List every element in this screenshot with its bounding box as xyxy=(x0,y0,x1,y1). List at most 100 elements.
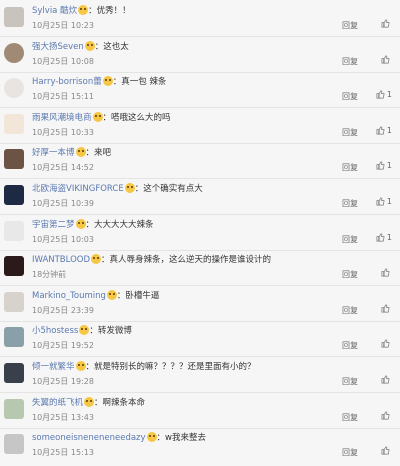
like-button[interactable] xyxy=(381,339,392,348)
reply-button[interactable]: 回复 xyxy=(342,20,358,31)
like-button[interactable] xyxy=(381,375,392,384)
avatar[interactable] xyxy=(4,78,24,99)
badge-icon xyxy=(106,289,117,300)
comment-text: ：w我来整去 xyxy=(156,433,206,444)
comment-time: 18分钟前 xyxy=(32,270,67,280)
comment-time: 10月25日 10:08 xyxy=(32,56,94,66)
username-link[interactable]: 好厚一本博 xyxy=(32,148,75,158)
username-link[interactable]: Markino_Touming xyxy=(32,291,106,301)
comment-text: ：真一包 辣条 xyxy=(112,77,167,88)
comment-time: 10月25日 19:28 xyxy=(32,377,94,386)
comment-line: Sylvia 酷炊 ：优秀！！ xyxy=(32,5,131,18)
avatar[interactable] xyxy=(4,185,24,205)
comment-row: Harry-borrison蕾 ：真一包 辣条 10月25日 15:11 回复 1 xyxy=(0,73,400,110)
comment-row: someoneisneneneneedazy ：w我来整去 10月25日 15:13… xyxy=(0,429,400,466)
comment-line: 好厚一本博 ：来吧 xyxy=(32,147,111,160)
comment-text: ：卧槽牛逼 xyxy=(116,290,160,301)
reply-button[interactable]: 回复 xyxy=(342,412,358,423)
username-link[interactable]: someoneisneneneneedazy xyxy=(32,433,146,443)
badge-icon xyxy=(146,432,157,443)
comment-line: someoneisneneneneedazy ：w我来整去 xyxy=(32,432,206,445)
reply-button[interactable]: 回复 xyxy=(342,376,358,387)
avatar[interactable] xyxy=(4,149,24,170)
username-link[interactable]: 失翼的纸飞机 xyxy=(32,398,83,408)
avatar[interactable] xyxy=(4,327,24,348)
comment-text: ：转发微博 xyxy=(89,326,132,337)
comment-time: 10月25日 10:33 xyxy=(32,127,94,137)
comment-row: 北欧海盗VIKINGFORCE ：这个确实有点大 10月25日 10:39 回复 1 xyxy=(0,180,400,217)
avatar[interactable] xyxy=(4,256,24,277)
comment-text: ：来吧 xyxy=(85,148,112,159)
comment-time: 10月25日 13:43 xyxy=(32,412,94,422)
comment-line: IWANTBLOOD ：真人辱身辣条，这么逆天的操作是谁设计的 xyxy=(32,254,271,267)
comment-time: 10月25日 14:52 xyxy=(32,163,94,173)
reply-button[interactable]: 回复 xyxy=(342,269,358,280)
avatar[interactable] xyxy=(4,291,24,312)
comment-text: ：嗒哦这么大的吗 xyxy=(102,112,171,123)
comment-time: 10月25日 23:39 xyxy=(32,305,94,315)
reply-button[interactable]: 回复 xyxy=(342,198,358,209)
username-link[interactable]: Sylvia 酷炊 xyxy=(32,6,77,16)
reply-button[interactable]: 回复 xyxy=(342,447,358,458)
username-link[interactable]: 倾一就繁华 xyxy=(32,362,75,372)
reply-button[interactable]: 回复 xyxy=(342,56,358,67)
avatar[interactable] xyxy=(4,220,24,241)
username-link[interactable]: Harry-borrison蕾 xyxy=(32,77,102,87)
username-link[interactable]: IWANTBLOOD xyxy=(32,255,90,265)
like-button[interactable] xyxy=(381,55,392,64)
comment-row: Sylvia 酷炊 ：优秀！！ 10月25日 10:23 回复 xyxy=(0,2,400,39)
comment-line: 强大扬Seven ：这也太 xyxy=(32,40,129,54)
thumb-up-icon xyxy=(381,446,390,455)
like-button[interactable]: 1 xyxy=(376,233,392,242)
reply-button[interactable]: 回复 xyxy=(342,305,358,316)
comment-row: 失翼的纸飞机 ：啊辣条本命 10月25日 13:43 回复 xyxy=(0,394,400,431)
thumb-up-icon xyxy=(381,339,390,348)
like-count: 1 xyxy=(386,197,392,206)
reply-button[interactable]: 回复 xyxy=(342,234,358,245)
comment-line: 小5hostess ：转发微博 xyxy=(32,325,132,338)
avatar[interactable] xyxy=(4,113,24,134)
like-button[interactable]: 1 xyxy=(376,161,392,170)
avatar[interactable] xyxy=(4,42,24,63)
like-count: 1 xyxy=(386,232,392,242)
comment-line: 倾一就繁华 ：就是特别长的嘛？？？？还是里面有小的？ xyxy=(32,361,256,374)
comment-text: ：真人辱身辣条，这么逆天的操作是谁设计的 xyxy=(101,255,272,266)
reply-button[interactable]: 回复 xyxy=(342,127,358,138)
username-link[interactable]: 雨果风潮境电商 xyxy=(32,113,92,123)
comment-row: 好厚一本博 ：来吧 10月25日 14:52 回复 1 xyxy=(0,144,400,181)
badge-icon xyxy=(102,76,113,87)
username-link[interactable]: 北欧海盗VIKINGFORCE xyxy=(32,184,124,194)
like-button[interactable]: 1 xyxy=(376,197,392,206)
badge-icon xyxy=(78,5,89,15)
badge-icon xyxy=(84,40,95,51)
username-link[interactable]: 强大扬Seven xyxy=(32,42,84,52)
comment-row: 倾一就繁华 ：就是特别长的嘛？？？？还是里面有小的？ 10月25日 19:28 回复 xyxy=(0,358,400,395)
reply-button[interactable]: 回复 xyxy=(342,91,358,102)
username-link[interactable]: 小5hostess xyxy=(32,326,78,336)
thumb-up-icon xyxy=(381,411,390,420)
comment-time: 10月25日 15:11 xyxy=(32,92,94,102)
like-button[interactable] xyxy=(381,304,392,313)
comment-line: Markino_Touming ：卧槽牛逼 xyxy=(32,289,160,303)
like-button[interactable] xyxy=(381,19,392,28)
thumb-up-icon xyxy=(381,304,390,313)
like-button[interactable]: 1 xyxy=(376,90,392,99)
username-link[interactable]: 宇宙第二梦 xyxy=(32,220,75,230)
badge-icon xyxy=(75,218,86,229)
like-button[interactable] xyxy=(381,268,392,277)
reply-button[interactable]: 回复 xyxy=(342,162,358,173)
reply-button[interactable]: 回复 xyxy=(342,340,358,351)
thumb-up-icon xyxy=(376,90,385,99)
like-button[interactable] xyxy=(381,446,392,455)
avatar[interactable] xyxy=(4,398,24,419)
avatar[interactable] xyxy=(4,434,24,455)
avatar[interactable] xyxy=(4,7,24,27)
comment-row: 雨果风潮境电商 ：嗒哦这么大的吗 10月25日 10:33 回复 1 xyxy=(0,109,400,146)
comment-time: 10月25日 10:03 xyxy=(32,234,94,244)
like-button[interactable] xyxy=(381,411,392,420)
avatar[interactable] xyxy=(4,363,24,383)
comment-line: Harry-borrison蕾 ：真一包 辣条 xyxy=(32,76,166,89)
like-button[interactable]: 1 xyxy=(376,126,392,135)
badge-icon xyxy=(75,361,86,371)
badge-icon xyxy=(75,147,86,158)
